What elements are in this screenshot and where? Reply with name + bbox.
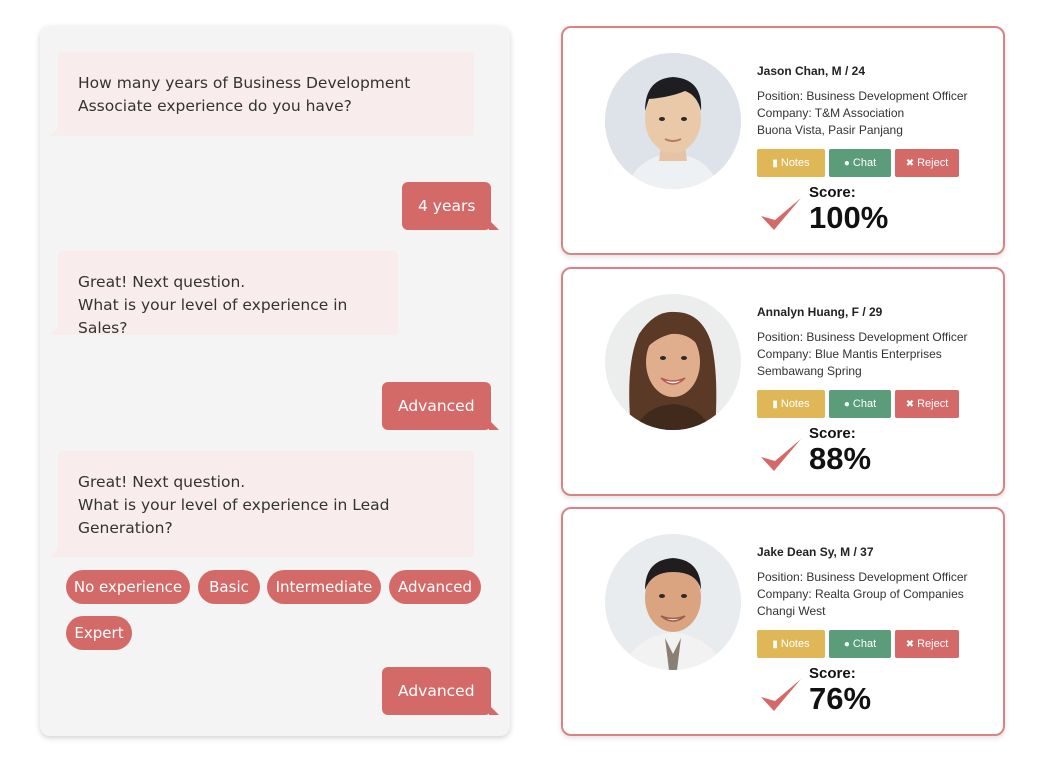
bot-question-1: How many years of Business Development A… (50, 52, 474, 136)
checkmark-icon (761, 198, 801, 230)
score-label: Score: (809, 665, 856, 682)
bot-question-line: How many years of Business Development (78, 74, 411, 92)
candidate-location: Buona Vista, Pasir Panjang (757, 123, 903, 137)
close-icon: ✖ (905, 399, 915, 410)
candidate-card: Jake Dean Sy, M / 37 Position: Business … (561, 507, 1005, 736)
chat-label: Chat (852, 638, 877, 650)
avatar (605, 53, 741, 189)
reject-label: Reject (917, 638, 949, 650)
candidate-location: Changi West (757, 604, 826, 618)
candidate-position: Position: Business Development Officer (757, 89, 968, 103)
candidate-card: Annalyn Huang, F / 29 Position: Business… (561, 267, 1005, 496)
score-value: 88% (809, 441, 872, 476)
chat-bubble-icon: ● (843, 639, 850, 650)
close-icon: ✖ (905, 639, 915, 650)
candidate-card: Jason Chan, M / 24 Position: Business De… (561, 26, 1005, 255)
notes-icon: ▮ (772, 158, 778, 169)
user-answer-2: Advanced (382, 382, 499, 430)
checkmark-icon (761, 679, 801, 711)
option-expert[interactable]: Expert (66, 616, 132, 650)
bot-question-line: What is your level of experience in Sale… (78, 296, 348, 337)
option-intermediate[interactable]: Intermediate (267, 570, 381, 604)
candidate-company: Company: T&M Association (757, 106, 905, 120)
notes-icon: ▮ (772, 399, 778, 410)
bot-question-line: What is your level of experience in Lead (78, 496, 390, 514)
bot-question-line: Generation? (78, 519, 173, 537)
bot-question-line: Great! Next question. (78, 273, 246, 291)
candidate-name: Jason Chan, M / 24 (757, 64, 866, 78)
option-basic[interactable]: Basic (198, 570, 260, 604)
candidate-name: Annalyn Huang, F / 29 (757, 305, 883, 319)
close-icon: ✖ (905, 158, 915, 169)
chat-button[interactable]: ● Chat (829, 630, 891, 658)
option-advanced[interactable]: Advanced (389, 570, 481, 604)
user-answer-1: 4 years (402, 182, 500, 230)
bot-question-2: Great! Next question. What is your level… (50, 251, 398, 337)
user-answer-3: Advanced (382, 667, 499, 715)
bot-question-line: Associate experience do you have? (78, 97, 352, 115)
candidate-location: Sembawang Spring (757, 364, 862, 378)
notes-button[interactable]: ▮ Notes (757, 390, 825, 418)
checkmark-icon (761, 439, 801, 471)
score-label: Score: (809, 425, 856, 442)
avatar (605, 294, 741, 430)
chat-bubble-icon: ● (843, 399, 850, 410)
notes-label: Notes (780, 157, 810, 169)
bot-question-line: Great! Next question. (78, 473, 246, 491)
chat-button[interactable]: ● Chat (829, 149, 891, 177)
candidate-position: Position: Business Development Officer (757, 570, 968, 584)
chat-label: Chat (852, 157, 877, 169)
chat-button[interactable]: ● Chat (829, 390, 891, 418)
reject-button[interactable]: ✖ Reject (895, 149, 959, 177)
bot-question-3: Great! Next question. What is your level… (50, 451, 474, 557)
avatar (605, 534, 741, 670)
notes-button[interactable]: ▮ Notes (757, 149, 825, 177)
option-no-experience[interactable]: No experience (66, 570, 190, 604)
notes-label: Notes (780, 398, 810, 410)
chat-bubble-icon: ● (843, 158, 850, 169)
chat-label: Chat (852, 398, 877, 410)
reject-button[interactable]: ✖ Reject (895, 390, 959, 418)
score-value: 76% (809, 681, 872, 716)
reject-label: Reject (917, 398, 949, 410)
notes-button[interactable]: ▮ Notes (757, 630, 825, 658)
reject-label: Reject (917, 157, 949, 169)
notes-label: Notes (780, 638, 810, 650)
candidate-company: Company: Blue Mantis Enterprises (757, 347, 942, 361)
candidate-name: Jake Dean Sy, M / 37 (757, 545, 874, 559)
candidate-position: Position: Business Development Officer (757, 330, 968, 344)
notes-icon: ▮ (772, 639, 778, 650)
score-label: Score: (809, 184, 856, 201)
reject-button[interactable]: ✖ Reject (895, 630, 959, 658)
score-value: 100% (809, 200, 889, 235)
candidate-company: Company: Realta Group of Companies (757, 587, 964, 601)
